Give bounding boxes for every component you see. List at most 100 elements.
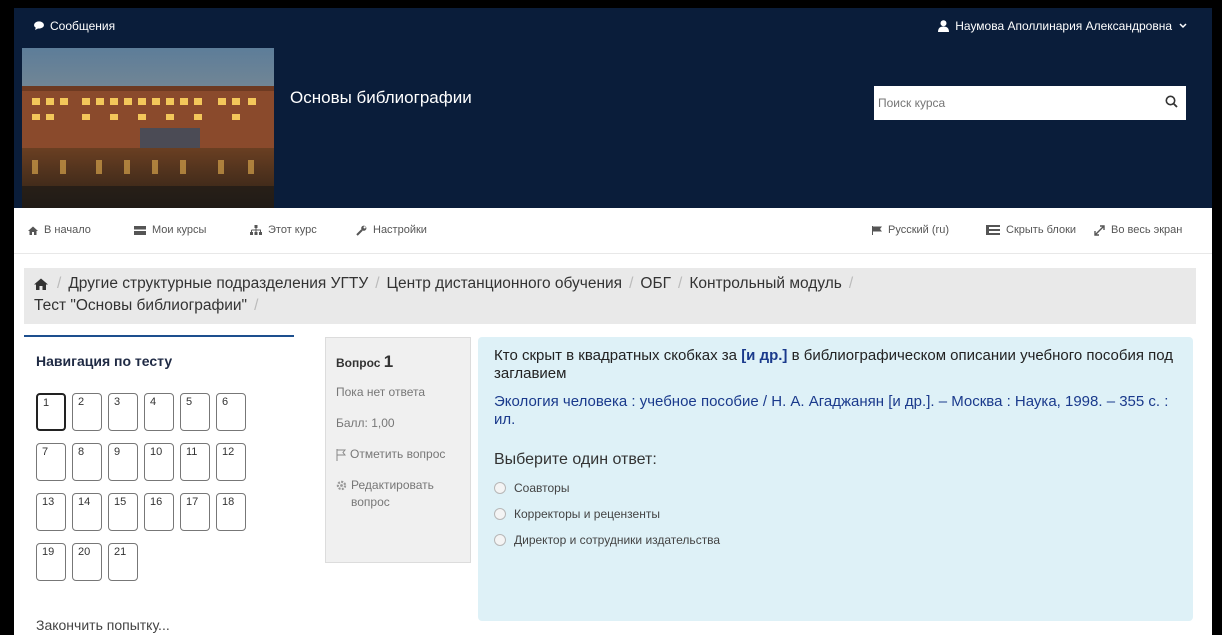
answer-option[interactable]: Корректоры и рецензенты bbox=[494, 507, 1177, 521]
answer-option-label: Директор и сотрудники издательства bbox=[514, 533, 721, 547]
expand-icon bbox=[1094, 224, 1105, 236]
breadcrumb-item[interactable]: Центр дистанционного обучения bbox=[387, 275, 623, 292]
question-nav-button[interactable]: 17 bbox=[180, 493, 210, 531]
flag-question-label: Отметить вопрос bbox=[350, 447, 446, 461]
quiz-nav-title: Навигация по тесту bbox=[36, 353, 173, 369]
home-icon bbox=[34, 278, 48, 290]
radio-button[interactable] bbox=[494, 508, 506, 520]
question-score: Балл: 1,00 bbox=[336, 416, 395, 430]
course-image bbox=[22, 48, 274, 208]
bibliographic-record: Экология человека : учебное пособие / Н.… bbox=[494, 393, 1169, 428]
question-nav-button[interactable]: 8 bbox=[72, 443, 102, 481]
question-number-value: 1 bbox=[383, 352, 394, 371]
breadcrumb-separator: / bbox=[57, 275, 62, 292]
breadcrumb-separator: / bbox=[848, 275, 854, 292]
search-icon bbox=[1165, 95, 1178, 108]
question-nav-button[interactable]: 13 bbox=[36, 493, 66, 531]
nav-home[interactable]: В начало bbox=[28, 224, 91, 236]
user-icon bbox=[938, 20, 950, 32]
question-nav-button[interactable]: 19 bbox=[36, 543, 66, 581]
chevron-down-icon bbox=[1179, 23, 1187, 29]
search-input[interactable] bbox=[874, 87, 1154, 119]
question-nav-button[interactable]: 20 bbox=[72, 543, 102, 581]
breadcrumb-item[interactable]: Тест "Основы библиографии" bbox=[34, 297, 247, 314]
search-button[interactable] bbox=[1165, 95, 1178, 113]
wrench-icon bbox=[356, 225, 367, 236]
gear-icon bbox=[336, 480, 347, 491]
nav-this-course[interactable]: Этот курс bbox=[250, 224, 317, 236]
question-nav-button[interactable]: 1 bbox=[36, 393, 66, 431]
flag-question-button[interactable]: Отметить вопрос bbox=[336, 446, 460, 463]
question-nav-button[interactable]: 14 bbox=[72, 493, 102, 531]
question-nav-button[interactable]: 15 bbox=[108, 493, 138, 531]
fullscreen-button[interactable]: Во весь экран bbox=[1094, 224, 1182, 236]
list-icon bbox=[986, 225, 1000, 235]
main-nav: В начало Мои курсы Этот курс Настройки Р… bbox=[14, 208, 1212, 254]
hide-blocks-label: Скрыть блоки bbox=[1006, 224, 1077, 236]
answer-option-label: Соавторы bbox=[514, 481, 570, 495]
question-nav-button[interactable]: 6 bbox=[216, 393, 246, 431]
question-nav-button[interactable]: 12 bbox=[216, 443, 246, 481]
question-highlight: [и др.] bbox=[741, 347, 788, 364]
nav-this-course-label: Этот курс bbox=[268, 224, 317, 236]
page: Сообщения Наумова Аполлинария Александро… bbox=[14, 8, 1212, 635]
hide-blocks-button[interactable]: Скрыть блоки bbox=[986, 224, 1076, 236]
course-title: Основы библиографии bbox=[290, 88, 472, 107]
sitemap-icon bbox=[250, 225, 262, 235]
nav-settings[interactable]: Настройки bbox=[356, 224, 427, 236]
question-number: Вопрос 1 bbox=[336, 352, 460, 372]
breadcrumb-separator: / bbox=[629, 275, 634, 292]
breadcrumb-item[interactable]: Контрольный модуль bbox=[689, 275, 842, 292]
question-info: Вопрос 1 Пока нет ответа Балл: 1,00 Отме… bbox=[325, 337, 471, 563]
user-menu[interactable]: Наумова Аполлинария Александровна bbox=[938, 19, 1188, 33]
nav-my-courses[interactable]: Мои курсы bbox=[134, 224, 206, 236]
flag-icon bbox=[872, 225, 882, 235]
question-nav-button[interactable]: 9 bbox=[108, 443, 138, 481]
nav-my-courses-label: Мои курсы bbox=[152, 224, 207, 236]
language-label: Русский (ru) bbox=[888, 224, 949, 236]
breadcrumb-item[interactable]: ОБГ bbox=[640, 275, 671, 292]
breadcrumb-separator: / bbox=[254, 297, 259, 314]
breadcrumb-separator: / bbox=[678, 275, 683, 292]
question-nav-button[interactable]: 7 bbox=[36, 443, 66, 481]
question-nav-button[interactable]: 3 bbox=[108, 393, 138, 431]
course-search bbox=[874, 86, 1186, 120]
nav-settings-label: Настройки bbox=[373, 224, 427, 236]
course-header: Основы библиографии bbox=[14, 42, 1212, 208]
answer-prompt: Выберите один ответ: bbox=[494, 451, 657, 468]
question-text-part: Кто скрыт в квадратных скобках за bbox=[494, 347, 742, 364]
question-nav-button[interactable]: 21 bbox=[108, 543, 138, 581]
fullscreen-label: Во весь экран bbox=[1111, 224, 1183, 236]
question-nav-button[interactable]: 10 bbox=[144, 443, 174, 481]
nav-home-label: В начало bbox=[44, 224, 91, 236]
question-nav-button[interactable]: 5 bbox=[180, 393, 210, 431]
courses-icon bbox=[134, 225, 146, 235]
breadcrumb: / Другие структурные подразделения УГТУ / Ц… bbox=[24, 268, 1196, 324]
radio-button[interactable] bbox=[494, 534, 506, 546]
question-nav-button[interactable]: 2 bbox=[72, 393, 102, 431]
language-menu[interactable]: Русский (ru) bbox=[872, 224, 949, 236]
user-name: Наумова Аполлинария Александровна bbox=[955, 19, 1172, 33]
question-nav-button[interactable]: 16 bbox=[144, 493, 174, 531]
question-content: Кто скрыт в квадратных скобках за [и др.… bbox=[478, 337, 1193, 621]
home-icon bbox=[28, 226, 38, 235]
radio-button[interactable] bbox=[494, 482, 506, 494]
answer-status: Пока нет ответа bbox=[336, 385, 426, 399]
quiz-navigation-block: Навигация по тесту 1 2 3 4 5 6 7 8 9 10 11 12 13 14 15… bbox=[24, 335, 294, 635]
edit-question-label: Редактировать вопрос bbox=[351, 478, 434, 509]
question-nav-button[interactable]: 4 bbox=[144, 393, 174, 431]
question-nav-button[interactable]: 11 bbox=[180, 443, 210, 481]
chat-icon bbox=[34, 21, 44, 30]
breadcrumb-item[interactable]: Другие структурные подразделения УГТУ bbox=[68, 275, 368, 292]
answer-option[interactable]: Соавторы bbox=[494, 481, 1177, 495]
messages-link[interactable]: Сообщения bbox=[34, 19, 115, 33]
answer-option[interactable]: Директор и сотрудники издательства bbox=[494, 533, 1177, 547]
finish-attempt-link[interactable]: Закончить попытку... bbox=[36, 617, 170, 633]
breadcrumb-home[interactable] bbox=[34, 276, 48, 296]
edit-question-link[interactable]: Редактировать вопрос bbox=[336, 477, 460, 511]
breadcrumb-separator: / bbox=[375, 275, 380, 292]
question-nav-button[interactable]: 18 bbox=[216, 493, 246, 531]
answer-option-label: Корректоры и рецензенты bbox=[514, 507, 660, 521]
question-text: Кто скрыт в квадратных скобках за [и др.… bbox=[494, 347, 1174, 383]
flag-outline-icon bbox=[336, 449, 346, 461]
